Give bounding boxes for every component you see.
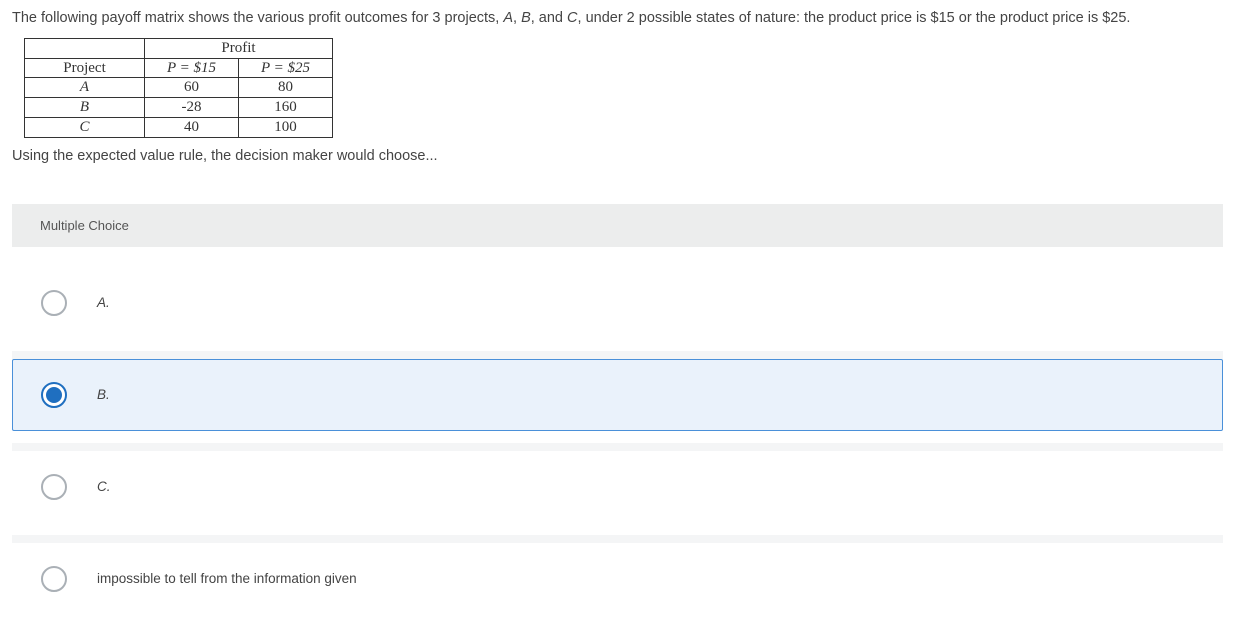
table-row: B -28 160 <box>25 98 333 118</box>
table-row: Project P = $15 P = $25 <box>25 58 333 78</box>
row-name: A <box>25 78 145 98</box>
cell-value: -28 <box>145 98 239 118</box>
cell-value: 80 <box>239 78 333 98</box>
question-text: The following payoff matrix shows the va… <box>12 8 1223 30</box>
option-a[interactable]: A. <box>12 267 1223 339</box>
cell-value: 160 <box>239 98 333 118</box>
row-name: C <box>25 117 145 137</box>
option-c[interactable]: C. <box>12 451 1223 523</box>
table-row: C 40 100 <box>25 117 333 137</box>
option-impossible[interactable]: impossible to tell from the information … <box>12 543 1223 615</box>
table-row: A 60 80 <box>25 78 333 98</box>
radio-icon <box>41 290 67 316</box>
table-row: Profit <box>25 38 333 58</box>
q-var-A: A <box>503 10 513 26</box>
option-b[interactable]: B. <box>12 359 1223 431</box>
cell-value: 40 <box>145 117 239 137</box>
option-label: impossible to tell from the information … <box>97 571 357 586</box>
radio-icon <box>41 474 67 500</box>
follow-up-text: Using the expected value rule, the decis… <box>12 148 1223 164</box>
option-label: B. <box>97 387 110 402</box>
option-label: A. <box>97 295 110 310</box>
col-header-p15: P = $15 <box>145 58 239 78</box>
blank-cell <box>25 38 145 58</box>
multiple-choice-header: Multiple Choice <box>12 204 1223 247</box>
q-part-1: The following payoff matrix shows the va… <box>12 10 503 26</box>
profit-header: Profit <box>145 38 333 58</box>
row-name: B <box>25 98 145 118</box>
option-divider <box>12 535 1223 543</box>
option-divider <box>12 351 1223 359</box>
option-label: C. <box>97 479 111 494</box>
payoff-table: Profit Project P = $15 P = $25 A 60 80 B… <box>24 38 333 138</box>
option-divider <box>12 443 1223 451</box>
col-header-p25: P = $25 <box>239 58 333 78</box>
cell-value: 60 <box>145 78 239 98</box>
q-comma1: , <box>513 10 521 26</box>
options-container: A. B. C. impossible to tell from the inf… <box>12 267 1223 615</box>
radio-icon <box>41 382 67 408</box>
radio-icon <box>41 566 67 592</box>
q-var-B: B <box>521 10 531 26</box>
project-header: Project <box>25 58 145 78</box>
q-comma2: , and <box>531 10 567 26</box>
cell-value: 100 <box>239 117 333 137</box>
q-part-end: , under 2 possible states of nature: the… <box>578 10 1131 26</box>
q-var-C: C <box>567 10 577 26</box>
